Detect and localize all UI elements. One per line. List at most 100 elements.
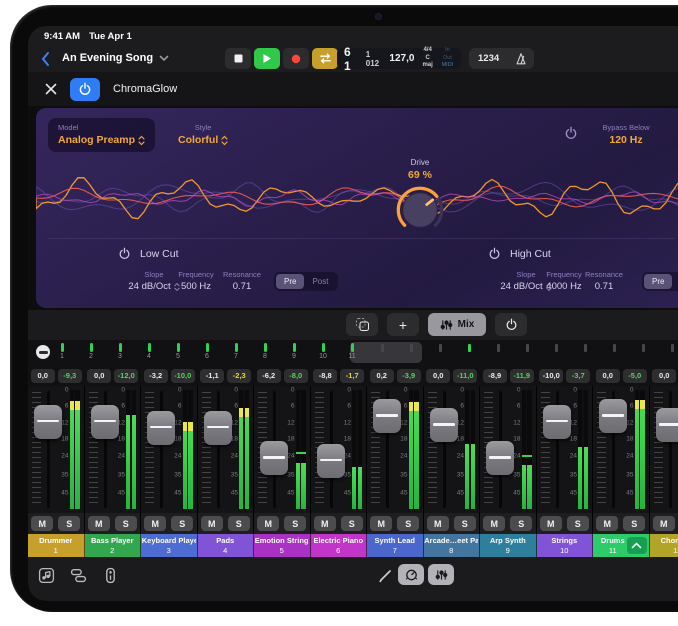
track-label[interactable]: Synth Lead7 bbox=[367, 534, 424, 557]
mute-button[interactable]: M bbox=[653, 516, 675, 531]
volume-db-value[interactable]: 0,0 bbox=[31, 369, 55, 383]
meter-db-value[interactable]: -12,0 bbox=[114, 369, 138, 383]
mix-button[interactable]: Mix bbox=[428, 313, 486, 336]
track-label[interactable]: Bass Player2 bbox=[85, 534, 142, 557]
meter-db-value[interactable]: -5,0 bbox=[623, 369, 647, 383]
bypass-below-control[interactable]: Bypass Below 120 Hz bbox=[588, 123, 664, 146]
track-label[interactable]: Arcade…eet Pad8 bbox=[424, 534, 481, 557]
mute-button[interactable]: M bbox=[370, 516, 392, 531]
fader-cap[interactable] bbox=[430, 408, 458, 442]
solo-button[interactable]: S bbox=[284, 516, 306, 531]
count-in-button[interactable]: 1234 bbox=[469, 53, 508, 64]
mute-button[interactable]: M bbox=[201, 516, 223, 531]
high-cut-power-icon[interactable] bbox=[488, 247, 501, 260]
mute-button[interactable]: M bbox=[427, 516, 449, 531]
ruler-filter-icon[interactable] bbox=[36, 345, 50, 359]
mute-button[interactable]: M bbox=[144, 516, 166, 531]
fader-cap[interactable] bbox=[656, 408, 678, 442]
pre-button[interactable]: Pre bbox=[644, 274, 672, 289]
fader-cap[interactable] bbox=[317, 444, 345, 478]
fader-cap[interactable] bbox=[34, 405, 62, 439]
post-button[interactable]: Post bbox=[672, 274, 678, 289]
back-chevron-icon[interactable] bbox=[40, 51, 50, 72]
fader-cap[interactable] bbox=[373, 399, 401, 433]
solo-button[interactable]: S bbox=[623, 516, 645, 531]
solo-button[interactable]: S bbox=[171, 516, 193, 531]
fader-cap[interactable] bbox=[599, 399, 627, 433]
low-cut-resonance[interactable]: Resonance 0.71 bbox=[214, 270, 270, 292]
volume-db-value[interactable]: 0,0 bbox=[596, 369, 620, 383]
solo-button[interactable]: S bbox=[397, 516, 419, 531]
meter-db-value[interactable]: -3,7 bbox=[566, 369, 590, 383]
mute-button[interactable]: M bbox=[31, 516, 53, 531]
volume-db-value[interactable]: 0,0 bbox=[652, 369, 676, 383]
meter-db-value[interactable]: -11,9 bbox=[510, 369, 534, 383]
mute-button[interactable]: M bbox=[88, 516, 110, 531]
style-selector[interactable]: Style Colorful bbox=[178, 123, 228, 146]
solo-button[interactable]: S bbox=[567, 516, 589, 531]
solo-button[interactable]: S bbox=[341, 516, 363, 531]
edit-pencil-icon[interactable] bbox=[378, 568, 393, 588]
drive-knob[interactable] bbox=[394, 184, 446, 236]
plugin-power-button[interactable] bbox=[70, 78, 100, 101]
solo-button[interactable]: S bbox=[228, 516, 250, 531]
post-button[interactable]: Post bbox=[304, 274, 336, 289]
add-plugin-button[interactable]: + bbox=[387, 313, 419, 336]
play-button[interactable] bbox=[254, 48, 280, 69]
track-label[interactable]: Chorus V12 bbox=[650, 534, 678, 557]
smart-controls-button[interactable] bbox=[398, 564, 424, 585]
volume-db-value[interactable]: 0,2 bbox=[370, 369, 394, 383]
song-title-menu[interactable]: An Evening Song bbox=[62, 52, 169, 64]
cycle-button[interactable] bbox=[312, 48, 338, 69]
browser-icon[interactable] bbox=[70, 567, 87, 589]
volume-db-value[interactable]: 0,0 bbox=[426, 369, 450, 383]
track-label[interactable]: Emotion Strings5 bbox=[254, 534, 311, 557]
mute-button[interactable]: M bbox=[540, 516, 562, 531]
mute-button[interactable]: M bbox=[596, 516, 618, 531]
fader-cap[interactable] bbox=[91, 405, 119, 439]
close-icon[interactable] bbox=[45, 83, 57, 95]
fader-cap[interactable] bbox=[204, 411, 232, 445]
track-label[interactable]: Keyboard Player3 bbox=[141, 534, 198, 557]
volume-db-value[interactable]: -8,8 bbox=[313, 369, 337, 383]
track-label[interactable]: Electric Piano6 bbox=[311, 534, 368, 557]
mute-button[interactable]: M bbox=[257, 516, 279, 531]
mute-button[interactable]: M bbox=[483, 516, 505, 531]
meter-db-value[interactable]: -1,7 bbox=[340, 369, 364, 383]
volume-db-value[interactable]: -3,2 bbox=[144, 369, 168, 383]
track-label[interactable]: Drummer1 bbox=[28, 534, 85, 557]
record-button[interactable] bbox=[283, 48, 309, 69]
volume-db-value[interactable]: -10,0 bbox=[539, 369, 563, 383]
channel-power-button[interactable] bbox=[495, 313, 527, 336]
fader-cap[interactable] bbox=[147, 411, 175, 445]
high-cut-resonance[interactable]: Resonance 0.71 bbox=[576, 270, 632, 292]
volume-db-value[interactable]: 0,0 bbox=[87, 369, 111, 383]
meter-db-value[interactable]: -11,0 bbox=[453, 369, 477, 383]
lcd-display[interactable]: 6 1 1 012 127,0 4/4 C maj In Out MIDI bbox=[337, 48, 461, 69]
volume-db-value[interactable]: -6,2 bbox=[257, 369, 281, 383]
meter-db-value[interactable]: -2,3 bbox=[227, 369, 251, 383]
solo-button[interactable]: S bbox=[58, 516, 80, 531]
track-label[interactable]: Drums11 bbox=[593, 534, 650, 557]
meter-db-value[interactable]: -3,9 bbox=[397, 369, 421, 383]
fader-cap[interactable] bbox=[543, 405, 571, 439]
solo-button[interactable]: S bbox=[510, 516, 532, 531]
mixer-view-button[interactable] bbox=[428, 564, 454, 585]
mute-button[interactable]: M bbox=[314, 516, 336, 531]
meter-db-value[interactable]: -9,3 bbox=[58, 369, 82, 383]
meter-db-value[interactable]: -10,0 bbox=[171, 369, 195, 383]
solo-button[interactable]: S bbox=[115, 516, 137, 531]
track-label[interactable]: Strings10 bbox=[537, 534, 594, 557]
model-selector[interactable]: Model Analog Preamp bbox=[48, 118, 155, 152]
loops-browser-icon[interactable] bbox=[38, 567, 55, 589]
volume-db-value[interactable]: -1,1 bbox=[200, 369, 224, 383]
fader-cap[interactable] bbox=[486, 441, 514, 475]
bypass-power-icon[interactable] bbox=[564, 126, 578, 140]
track-label[interactable]: Arp Synth9 bbox=[480, 534, 537, 557]
channel-strip-inspector-icon[interactable] bbox=[102, 567, 119, 589]
collapse-chevron-button[interactable] bbox=[627, 537, 647, 554]
stop-button[interactable] bbox=[225, 48, 251, 69]
solo-button[interactable]: S bbox=[454, 516, 476, 531]
low-cut-power-icon[interactable] bbox=[118, 247, 131, 260]
meter-db-value[interactable]: -8,0 bbox=[284, 369, 308, 383]
